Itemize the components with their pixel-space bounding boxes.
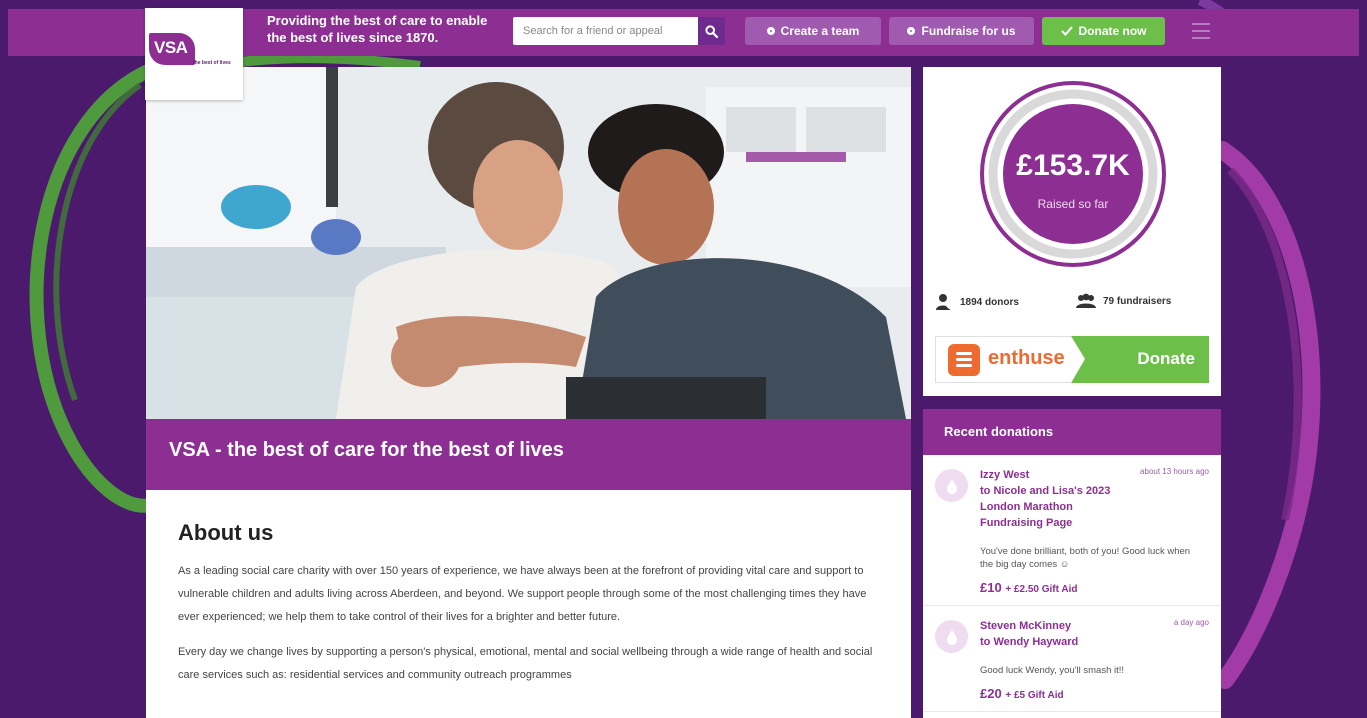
enthuse-wordmark: enthuse xyxy=(988,347,1065,369)
donor-name[interactable]: Steven McKinney to Wendy Hayward xyxy=(980,618,1120,650)
donors-count: 1894 donors xyxy=(935,293,1019,311)
raised-label: Raised so far xyxy=(1037,197,1109,211)
recent-donations-panel: Recent donations Izzy West to Nicole and… xyxy=(923,409,1221,718)
search-button[interactable] xyxy=(698,17,725,45)
fundraisers-count: 79 fundraisers xyxy=(1076,293,1171,309)
donation-amount: £20 + £5 Gift Aid xyxy=(980,686,1064,701)
donation-message: Good luck Wendy, you'll smash it!! xyxy=(980,665,1125,676)
fundraising-total-card: £153.7K Raised so far 1894 donors 79 fun… xyxy=(923,67,1221,396)
search-icon xyxy=(705,24,718,38)
logo-mark: VSA xyxy=(149,33,195,65)
about-section: About us As a leading social care charit… xyxy=(146,490,911,718)
donate-now-button[interactable]: Donate now xyxy=(1042,17,1165,45)
donors-label: 1894 donors xyxy=(960,296,1019,308)
header-tagline: Providing the best of care to enable the… xyxy=(267,13,488,45)
fundraisers-label: 79 fundraisers xyxy=(1103,295,1172,307)
donor-icon xyxy=(936,294,953,310)
amount-raised: £153.7K xyxy=(1016,149,1130,182)
donation-amount: £10 + £2.50 Gift Aid xyxy=(980,580,1078,595)
fundraise-label: Fundraise for us xyxy=(921,24,1016,38)
page-title-band: VSA - the best of care for the best of l… xyxy=(146,419,911,490)
users-icon xyxy=(1076,293,1096,308)
page-title: VSA - the best of care for the best of l… xyxy=(169,439,564,461)
donation-item: Izzy West to Nicole and Lisa's 2023 Lond… xyxy=(923,455,1221,606)
donate-now-label: Donate now xyxy=(1078,24,1147,38)
recent-donations-heading: Recent donations xyxy=(923,409,1221,455)
create-team-label: Create a team xyxy=(780,24,860,38)
checkmark-icon xyxy=(1060,26,1073,36)
enthuse-donate-button[interactable]: enthuse Donate xyxy=(935,336,1209,383)
about-paragraph-2: Every day we change lives by supporting … xyxy=(178,646,873,681)
logo-tagline: the best of lives xyxy=(193,60,231,66)
donation-message: You've done brilliant, both of you! Good… xyxy=(980,546,1191,570)
donor-avatar xyxy=(935,620,968,653)
donation-time: about 13 hours ago xyxy=(1140,467,1209,476)
search-input[interactable] xyxy=(513,17,698,45)
donation-time: a day ago xyxy=(1173,618,1209,627)
create-team-button[interactable]: Create a team xyxy=(745,17,881,45)
donor-name[interactable]: Izzy West to Nicole and Lisa's 2023 Lond… xyxy=(980,467,1120,531)
drop-icon xyxy=(946,629,957,645)
donor-avatar xyxy=(935,469,968,502)
menu-icon[interactable] xyxy=(1192,23,1210,39)
drop-icon xyxy=(946,478,957,494)
about-paragraph-1: As a leading social care charity with ov… xyxy=(178,565,867,623)
fundraise-icon xyxy=(907,27,916,35)
donation-item: Steven McKinney to Wendy Hayward a day a… xyxy=(923,606,1221,712)
hero-image xyxy=(146,67,911,419)
enthuse-donate-label: Donate xyxy=(1137,349,1195,368)
fundraise-button[interactable]: Fundraise for us xyxy=(889,17,1034,45)
about-heading: About us xyxy=(178,520,274,545)
create-team-icon xyxy=(766,27,775,35)
enthuse-logo-icon xyxy=(948,344,980,376)
raised-progress-ring: £153.7K Raised so far xyxy=(978,79,1168,269)
vsa-logo[interactable]: VSA the best of lives xyxy=(145,8,243,100)
